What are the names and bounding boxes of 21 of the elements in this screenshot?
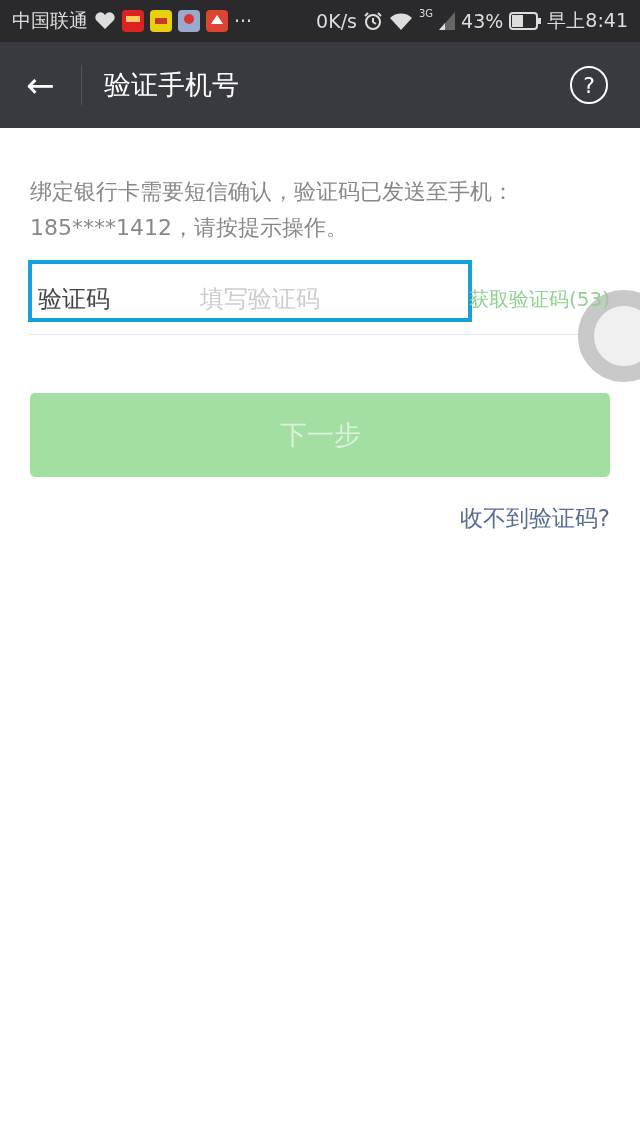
more-notifications: ··· — [234, 10, 253, 32]
instruction-text: 绑定银行卡需要短信确认，验证码已发送至手机：185****1412，请按提示操作。 — [30, 178, 515, 242]
network-speed: 0K/s — [316, 10, 357, 32]
battery-icon — [509, 12, 542, 30]
carrier-name: 中国联通 — [12, 8, 88, 33]
page-title: 验证手机号 — [103, 68, 239, 102]
alarm-icon — [362, 11, 383, 31]
heart-icon — [94, 12, 116, 30]
no-code-link[interactable]: 收不到验证码? — [459, 503, 610, 534]
app-icon — [122, 10, 144, 32]
signal-icon — [439, 12, 456, 30]
network-type: 3G — [418, 8, 434, 19]
app-icon — [150, 10, 172, 32]
map-pin-icon — [178, 10, 200, 32]
battery-percent: 43% — [461, 10, 504, 32]
wifi-icon — [388, 11, 413, 31]
field-label: 验证码 — [37, 284, 111, 315]
app-icon — [206, 10, 228, 32]
clock-time: 早上8:41 — [547, 8, 628, 33]
back-button[interactable]: ← — [0, 65, 81, 105]
help-button[interactable]: ? — [570, 66, 608, 104]
